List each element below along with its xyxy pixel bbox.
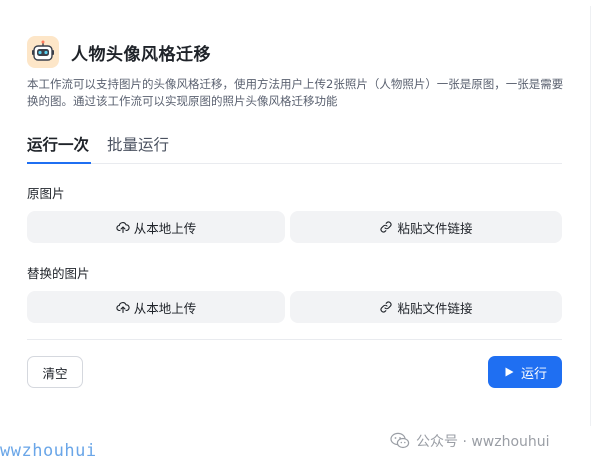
wechat-icon — [390, 432, 410, 450]
app-title: 人物头像风格迁移 — [71, 44, 211, 65]
run-label: 运行 — [520, 366, 547, 382]
robot-avatar-icon — [27, 36, 59, 68]
link-icon — [379, 300, 393, 314]
field-label-original-image: 原图片 — [27, 186, 65, 201]
field-label-replacement-image: 替换的图片 — [27, 266, 90, 281]
upload-local-label: 从本地上传 — [133, 220, 197, 236]
run-mode-tabs: 运行一次 批量运行 — [27, 130, 562, 164]
clear-button[interactable]: 清空 — [27, 356, 83, 388]
watermark-left: wwzhouhui — [0, 441, 97, 461]
divider — [27, 339, 562, 340]
cloud-upload-icon — [116, 220, 130, 234]
play-icon — [503, 366, 515, 378]
paste-link-button-original[interactable]: 粘贴文件链接 — [290, 211, 562, 243]
tab-batch-run[interactable]: 批量运行 — [107, 133, 169, 155]
upload-local-button-replacement[interactable]: 从本地上传 — [27, 291, 285, 323]
active-tab-indicator — [27, 162, 91, 164]
page: 人物头像风格迁移 本工作流可以支持图片的头像风格迁移，使用方法用户上传2张照片（… — [0, 0, 593, 466]
tab-run-once[interactable]: 运行一次 — [27, 133, 89, 155]
watermark-right: 公众号 · wwzhouhui — [390, 431, 550, 451]
paste-link-label: 粘贴文件链接 — [397, 220, 473, 236]
cloud-upload-icon — [116, 300, 130, 314]
upload-local-button-original[interactable]: 从本地上传 — [27, 211, 285, 243]
app-description: 本工作流可以支持图片的头像风格迁移，使用方法用户上传2张照片（人物照片）一张是原… — [27, 77, 564, 108]
paste-link-button-replacement[interactable]: 粘贴文件链接 — [290, 291, 562, 323]
app-header: 人物头像风格迁移 — [27, 36, 211, 68]
run-button[interactable]: 运行 — [488, 356, 562, 388]
paste-link-label: 粘贴文件链接 — [397, 300, 473, 316]
link-icon — [379, 220, 393, 234]
upload-local-label: 从本地上传 — [133, 300, 197, 316]
watermark-right-text: 公众号 · wwzhouhui — [416, 434, 550, 450]
